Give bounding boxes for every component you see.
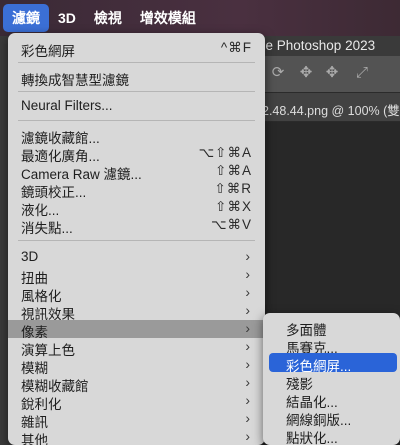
- menu-separator: [18, 62, 255, 63]
- menu-item-pixelate[interactable]: 像素 ›: [8, 320, 265, 340]
- menu-plugins[interactable]: 增效模組: [131, 4, 205, 32]
- menu-bar: 濾鏡 3D 檢視 增效模組: [0, 0, 400, 36]
- menu-item-last-filter[interactable]: 彩色網屏 ^⌘F: [8, 39, 265, 59]
- chevron-right-icon: ›: [245, 248, 250, 264]
- chevron-right-icon: ›: [245, 284, 250, 300]
- rotate-3d-icon[interactable]: ⟳: [270, 65, 286, 81]
- menu-item-camera-raw[interactable]: Camera Raw 濾鏡... ⇧⌘A: [8, 162, 265, 182]
- chevron-right-icon: ›: [245, 428, 250, 444]
- menu-item-stylize[interactable]: 風格化 ›: [8, 284, 265, 304]
- chevron-right-icon: ›: [245, 320, 250, 336]
- menu-item-lens-correction[interactable]: 鏡頭校正... ⇧⌘R: [8, 180, 265, 200]
- slide-3d-icon[interactable]: ✥: [324, 65, 340, 81]
- menu-item-vanishing-point[interactable]: 消失點... ⌥⌘V: [8, 216, 265, 236]
- chevron-right-icon: ›: [245, 374, 250, 390]
- menu-separator: [18, 240, 255, 241]
- chevron-right-icon: ›: [245, 302, 250, 318]
- submenu-item-pointillize[interactable]: 點狀化...: [269, 425, 400, 445]
- menu-item-blur[interactable]: 模糊 ›: [8, 356, 265, 376]
- submenu-item-mosaic[interactable]: 馬賽克...: [269, 335, 400, 356]
- filter-menu: 彩色網屏 ^⌘F 轉換成智慧型濾鏡 Neural Filters... 濾鏡收藏…: [8, 33, 265, 445]
- menu-item-blur-gallery[interactable]: 模糊收藏館 ›: [8, 374, 265, 394]
- menu-separator: [18, 91, 255, 92]
- menu-3d[interactable]: 3D: [49, 4, 85, 32]
- chevron-right-icon: ›: [245, 392, 250, 408]
- scale-3d-icon[interactable]: ⤢: [354, 65, 370, 81]
- pixelate-submenu: 多面體 馬賽克... 彩色網屏... 殘影 結晶化... 網線銅版... 點狀化…: [263, 313, 400, 445]
- chevron-right-icon: ›: [245, 410, 250, 426]
- menu-item-other[interactable]: 其他 ›: [8, 428, 265, 445]
- window-title: be Photoshop 2023: [258, 38, 376, 53]
- submenu-item-mezzotint[interactable]: 網線銅版...: [269, 407, 400, 428]
- document-tab-label: 2.48.44.png @ 100% (雙: [262, 104, 400, 118]
- submenu-item-fragment[interactable]: 殘影: [269, 371, 400, 392]
- chevron-right-icon: ›: [245, 338, 250, 354]
- submenu-item-color-halftone[interactable]: 彩色網屏...: [269, 353, 397, 374]
- menu-item-adaptive-wide-angle[interactable]: 最適化廣角... ⌥⇧⌘A: [8, 144, 265, 164]
- menu-item-liquify[interactable]: 液化... ⇧⌘X: [8, 198, 265, 218]
- menu-item-convert-smart-filters[interactable]: 轉換成智慧型濾鏡: [8, 68, 265, 88]
- menu-view[interactable]: 檢視: [85, 4, 131, 32]
- menu-separator: [18, 120, 255, 121]
- document-tab[interactable]: 2.48.44.png @ 100% (雙: [262, 93, 400, 122]
- menu-item-neural-filters[interactable]: Neural Filters...: [8, 97, 265, 115]
- menu-item-distort[interactable]: 扭曲 ›: [8, 266, 265, 286]
- menu-filter[interactable]: 濾鏡: [3, 4, 49, 32]
- menu-item-noise[interactable]: 雜訊 ›: [8, 410, 265, 430]
- menu-item-3d[interactable]: 3D ›: [8, 248, 265, 266]
- menu-item-filter-gallery[interactable]: 濾鏡收藏館...: [8, 126, 265, 146]
- options-toolbar: ⟳ ✥ ✥ ⤢: [262, 56, 400, 93]
- pan-3d-icon[interactable]: ✥: [298, 65, 314, 81]
- menu-item-video[interactable]: 視訊效果 ›: [8, 302, 265, 322]
- chevron-right-icon: ›: [245, 266, 250, 282]
- submenu-item-facet[interactable]: 多面體: [269, 317, 400, 338]
- menu-item-sharpen[interactable]: 銳利化 ›: [8, 392, 265, 412]
- menu-item-render[interactable]: 演算上色 ›: [8, 338, 265, 358]
- chevron-right-icon: ›: [245, 356, 250, 372]
- submenu-item-crystallize[interactable]: 結晶化...: [269, 389, 400, 410]
